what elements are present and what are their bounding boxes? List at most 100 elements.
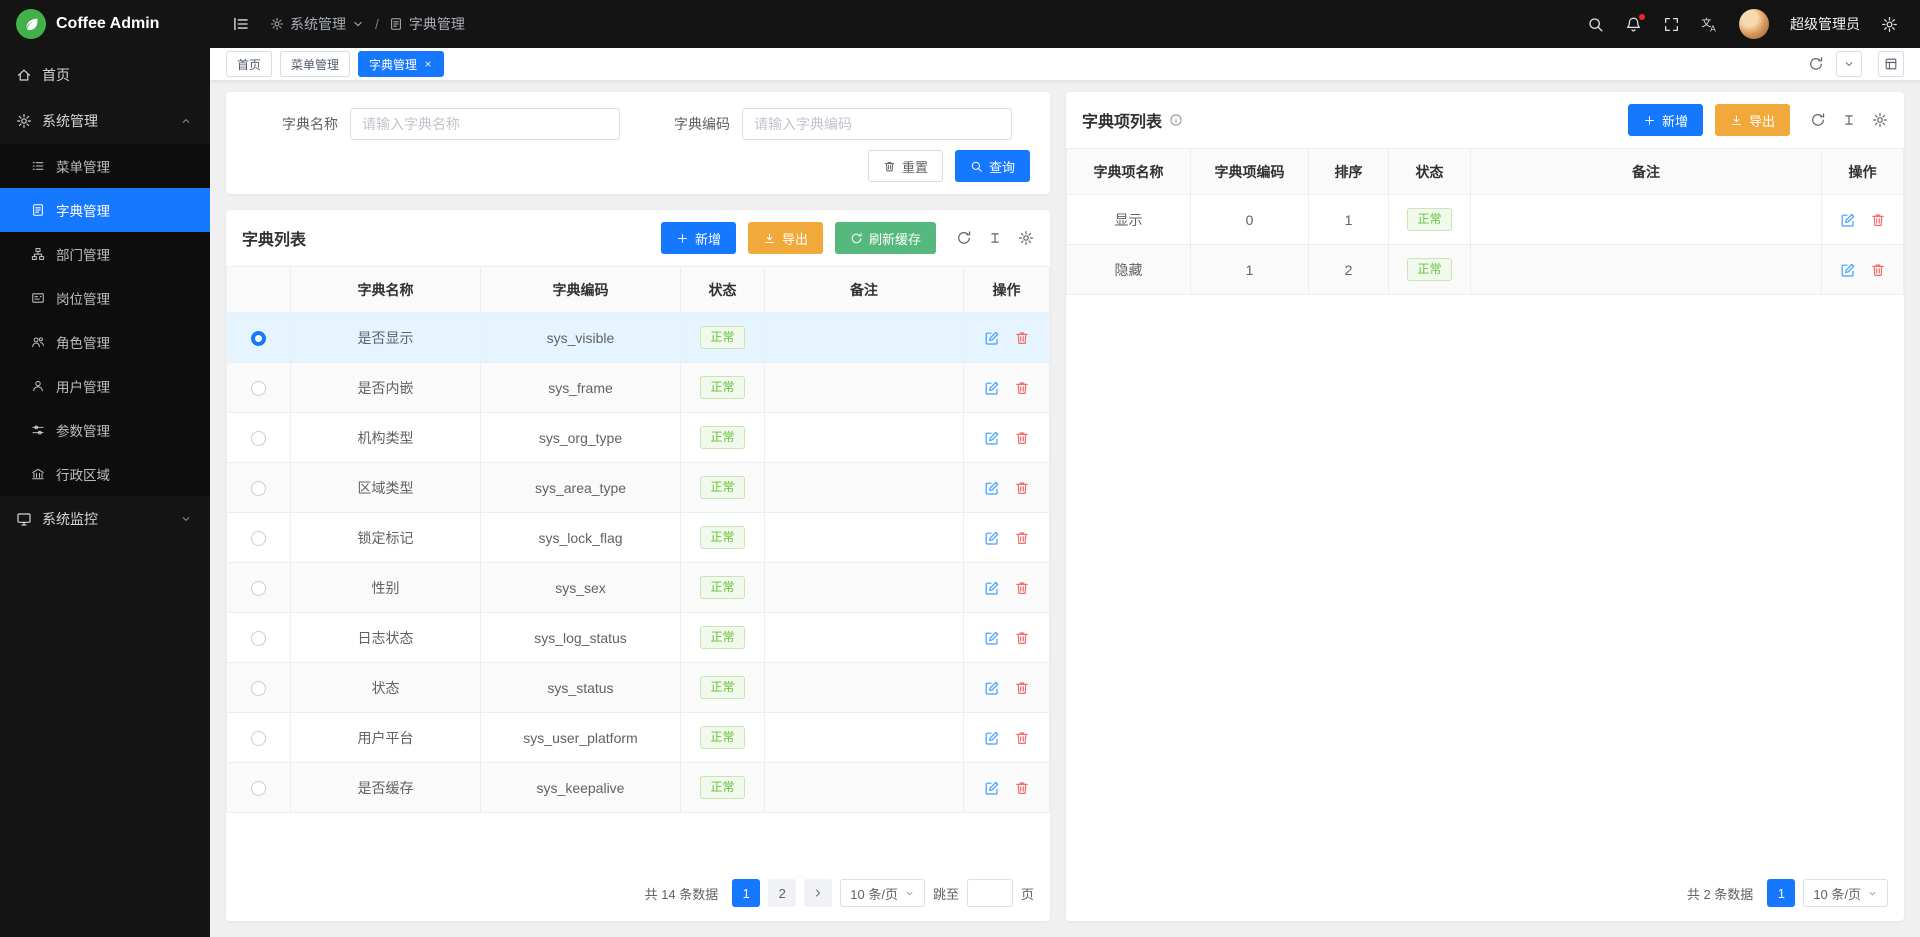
- row-radio[interactable]: [251, 331, 266, 346]
- sidebar-item-system-management[interactable]: 系统管理: [0, 98, 210, 144]
- table-settings-icon[interactable]: [1872, 112, 1888, 128]
- dict-row[interactable]: 状态sys_status正常: [227, 663, 1050, 713]
- content-fullscreen-button[interactable]: [1878, 51, 1904, 77]
- row-radio[interactable]: [251, 431, 266, 446]
- delete-icon[interactable]: [1870, 212, 1886, 228]
- dict-row[interactable]: 锁定标记sys_lock_flag正常: [227, 513, 1050, 563]
- dict-row[interactable]: 是否缓存sys_keepalive正常: [227, 763, 1050, 813]
- next-page-button[interactable]: [804, 879, 832, 907]
- fullscreen-icon[interactable]: [1663, 16, 1680, 33]
- sidebar-item-menu-management[interactable]: 菜单管理: [0, 144, 210, 188]
- dict-row[interactable]: 区域类型sys_area_type正常: [227, 463, 1050, 513]
- dict-table: 字典名称字典编码状态备注操作是否显示sys_visible正常是否内嵌sys_f…: [226, 266, 1050, 813]
- tabs-dropdown-button[interactable]: [1836, 51, 1862, 77]
- dict-row[interactable]: 是否内嵌sys_frame正常: [227, 363, 1050, 413]
- delete-icon[interactable]: [1014, 330, 1030, 346]
- delete-icon[interactable]: [1014, 580, 1030, 596]
- breadcrumb-item-dict-management[interactable]: 字典管理: [389, 14, 465, 34]
- edit-icon[interactable]: [984, 630, 1000, 646]
- breadcrumb-item-system-management[interactable]: 系统管理: [270, 14, 365, 34]
- dict-row[interactable]: 性别sys_sex正常: [227, 563, 1050, 613]
- tab-menu-management[interactable]: 菜单管理: [280, 51, 350, 77]
- row-radio[interactable]: [251, 481, 266, 496]
- delete-icon[interactable]: [1014, 480, 1030, 496]
- collapse-sidebar-icon[interactable]: [232, 15, 250, 33]
- submenu-system-management: 菜单管理字典管理部门管理岗位管理角色管理用户管理参数管理行政区域: [0, 144, 210, 496]
- edit-icon[interactable]: [984, 680, 1000, 696]
- add-dict-button[interactable]: 新增: [661, 222, 736, 254]
- dict-row[interactable]: 日志状态sys_log_status正常: [227, 613, 1050, 663]
- sidebar-item-param-management[interactable]: 参数管理: [0, 408, 210, 452]
- jump-page-input[interactable]: [967, 879, 1013, 907]
- refresh-cache-button[interactable]: 刷新缓存: [835, 222, 936, 254]
- delete-icon[interactable]: [1014, 430, 1030, 446]
- export-dict-button[interactable]: 导出: [748, 222, 823, 254]
- row-radio[interactable]: [251, 731, 266, 746]
- delete-icon[interactable]: [1014, 780, 1030, 796]
- username[interactable]: 超级管理员: [1790, 14, 1860, 34]
- sidebar-item-home[interactable]: 首页: [0, 52, 210, 98]
- dict-name-input[interactable]: [350, 108, 620, 140]
- edit-icon[interactable]: [984, 380, 1000, 396]
- sidebar-item-system-monitor[interactable]: 系统监控: [0, 496, 210, 542]
- row-radio[interactable]: [251, 531, 266, 546]
- refresh-page-icon[interactable]: [1808, 56, 1824, 72]
- row-radio[interactable]: [251, 681, 266, 696]
- row-radio[interactable]: [251, 581, 266, 596]
- add-dict-item-button[interactable]: 新增: [1628, 104, 1703, 136]
- sidebar-item-region-management[interactable]: 行政区域: [0, 452, 210, 496]
- edit-icon[interactable]: [984, 730, 1000, 746]
- reset-button[interactable]: 重置: [868, 150, 943, 182]
- edit-icon[interactable]: [984, 480, 1000, 496]
- edit-icon[interactable]: [1840, 262, 1856, 278]
- sidebar-item-dept-management[interactable]: 部门管理: [0, 232, 210, 276]
- page-button-1[interactable]: 1: [732, 879, 760, 907]
- row-radio[interactable]: [251, 781, 266, 796]
- sidebar-item-post-management[interactable]: 岗位管理: [0, 276, 210, 320]
- tab-dict-management[interactable]: 字典管理: [358, 51, 444, 77]
- dict-row[interactable]: 机构类型sys_org_type正常: [227, 413, 1050, 463]
- edit-icon[interactable]: [1840, 212, 1856, 228]
- avatar[interactable]: [1739, 9, 1769, 39]
- page-size-select[interactable]: 10 条/页: [840, 879, 925, 907]
- tab-home[interactable]: 首页: [226, 51, 272, 77]
- refresh-table-icon[interactable]: [1810, 112, 1826, 128]
- sidebar-item-label: 首页: [42, 65, 70, 85]
- edit-icon[interactable]: [984, 330, 1000, 346]
- delete-icon[interactable]: [1014, 530, 1030, 546]
- row-radio[interactable]: [251, 381, 266, 396]
- delete-icon[interactable]: [1870, 262, 1886, 278]
- row-radio[interactable]: [251, 631, 266, 646]
- column-density-icon[interactable]: [987, 230, 1003, 246]
- sidebar-item-dict-management[interactable]: 字典管理: [0, 188, 210, 232]
- delete-icon[interactable]: [1014, 380, 1030, 396]
- delete-icon[interactable]: [1014, 680, 1030, 696]
- edit-icon[interactable]: [984, 430, 1000, 446]
- app-logo[interactable]: Coffee Admin: [0, 0, 210, 48]
- page-button-1[interactable]: 1: [1767, 879, 1795, 907]
- column-density-icon[interactable]: [1841, 112, 1857, 128]
- dict-row[interactable]: 用户平台sys_user_platform正常: [227, 713, 1050, 763]
- sidebar-item-role-management[interactable]: 角色管理: [0, 320, 210, 364]
- table-settings-icon[interactable]: [1018, 230, 1034, 246]
- delete-icon[interactable]: [1014, 730, 1030, 746]
- translate-icon[interactable]: 文A: [1701, 16, 1718, 33]
- dict-row[interactable]: 是否显示sys_visible正常: [227, 313, 1050, 363]
- delete-icon[interactable]: [1014, 630, 1030, 646]
- page-size-select[interactable]: 10 条/页: [1803, 879, 1888, 907]
- page-button-2[interactable]: 2: [768, 879, 796, 907]
- sidebar-item-user-management[interactable]: 用户管理: [0, 364, 210, 408]
- edit-icon[interactable]: [984, 580, 1000, 596]
- search-icon[interactable]: [1587, 16, 1604, 33]
- edit-icon[interactable]: [984, 530, 1000, 546]
- dict-code-input[interactable]: [742, 108, 1012, 140]
- refresh-table-icon[interactable]: [956, 230, 972, 246]
- export-dict-item-button[interactable]: 导出: [1715, 104, 1790, 136]
- settings-gear-icon[interactable]: [1881, 16, 1898, 33]
- close-icon[interactable]: [423, 59, 433, 69]
- notifications-button[interactable]: [1625, 16, 1642, 33]
- dict-item-row[interactable]: 隐藏12正常: [1067, 245, 1904, 295]
- dict-item-row[interactable]: 显示01正常: [1067, 195, 1904, 245]
- edit-icon[interactable]: [984, 780, 1000, 796]
- query-button[interactable]: 查询: [955, 150, 1030, 182]
